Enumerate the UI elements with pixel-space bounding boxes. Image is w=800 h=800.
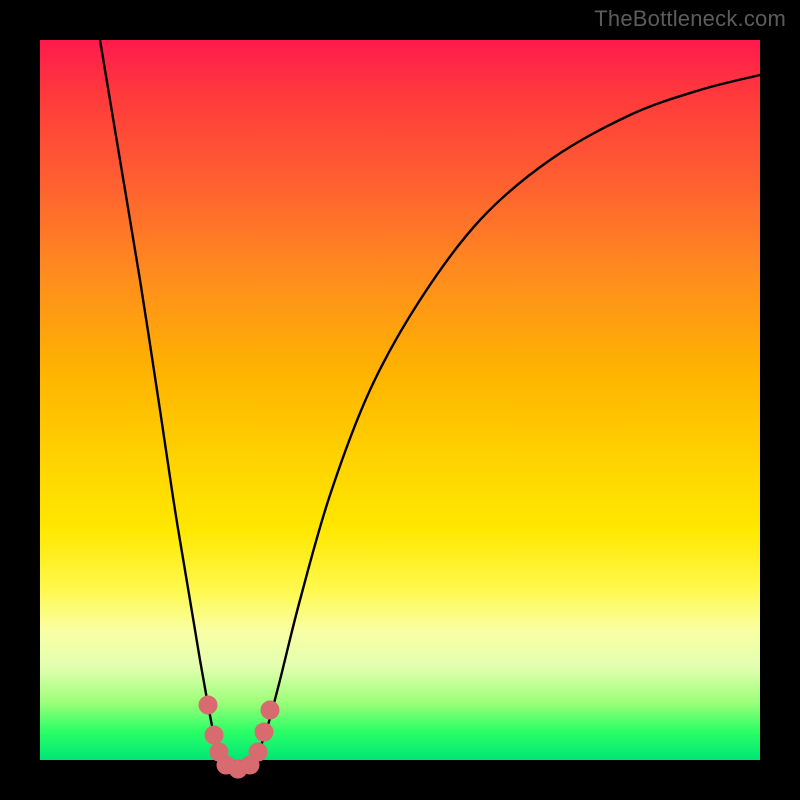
valley-marker [205, 726, 223, 744]
bottleneck-curve-svg [40, 40, 760, 760]
valley-marker [249, 743, 267, 761]
bottleneck-curve [100, 40, 760, 769]
valley-marker [261, 701, 279, 719]
valley-markers [199, 696, 279, 778]
plot-area [40, 40, 760, 760]
valley-marker [199, 696, 217, 714]
watermark-text: TheBottleneck.com [594, 6, 786, 32]
valley-marker [255, 723, 273, 741]
chart-frame: TheBottleneck.com [0, 0, 800, 800]
